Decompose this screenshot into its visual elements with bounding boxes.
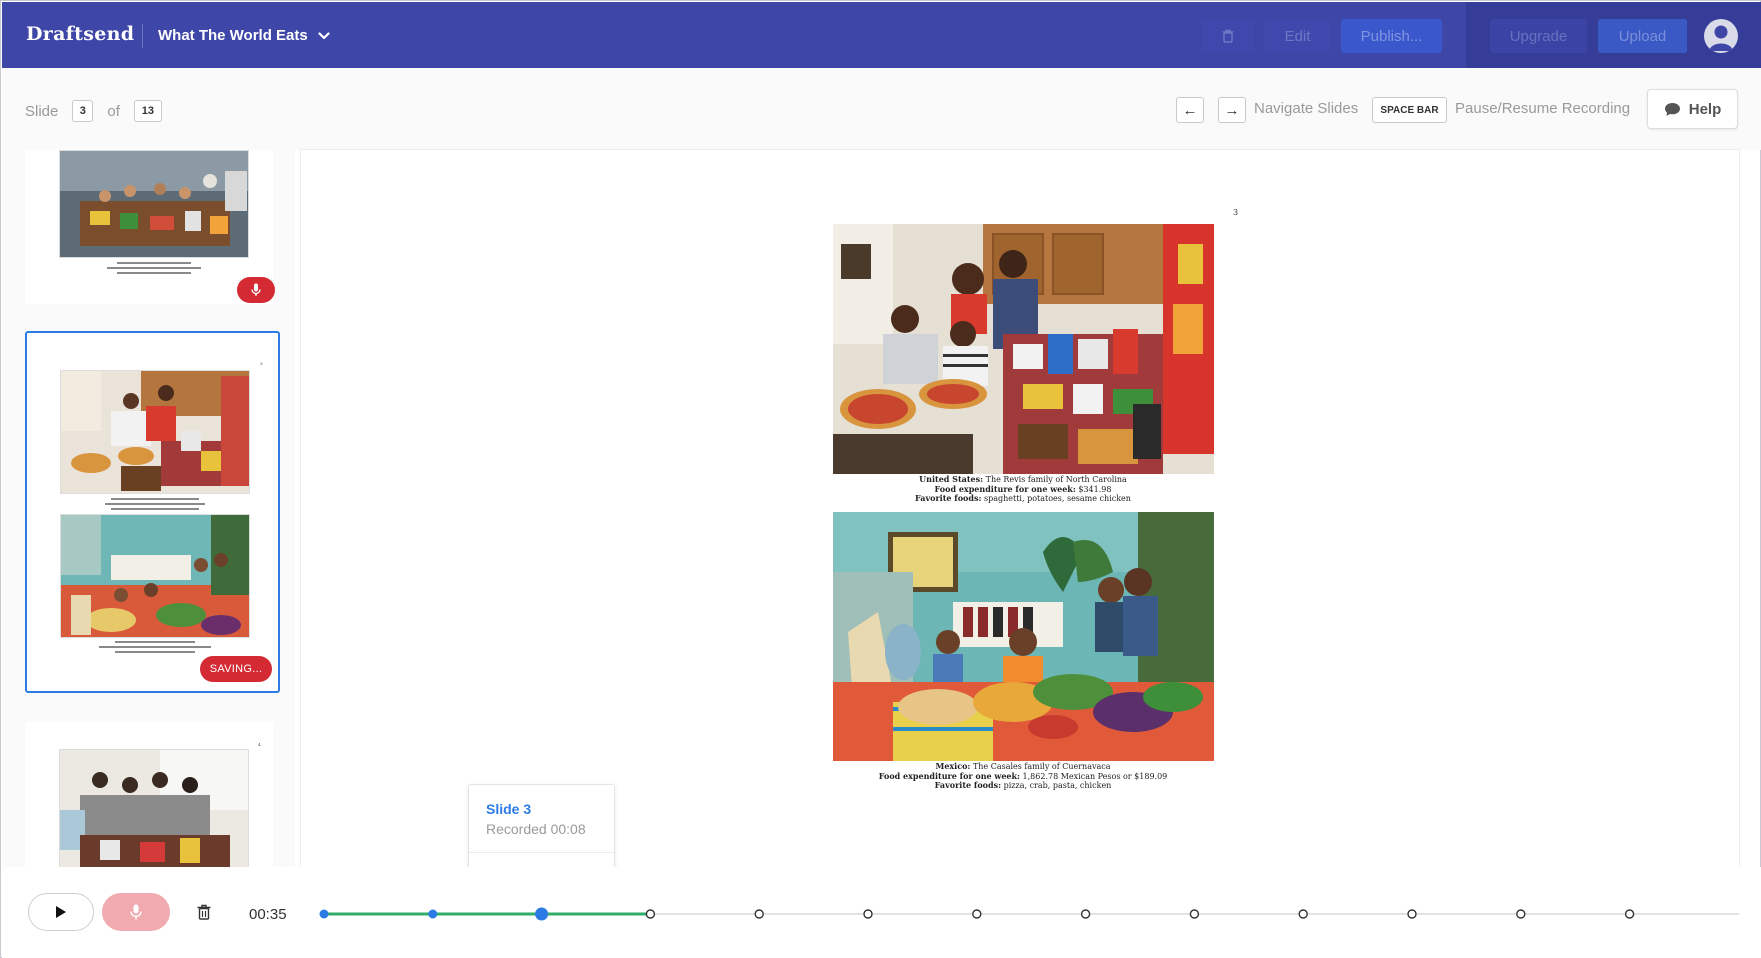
timeline-marker-slide-2[interactable] bbox=[428, 909, 438, 919]
help-button[interactable]: Help bbox=[1647, 89, 1738, 129]
publish-button[interactable]: Publish... bbox=[1341, 19, 1442, 53]
slide-canvas: 3 United States: The Revis family of Nor… bbox=[301, 150, 1739, 867]
app-logo[interactable]: Draftsend bbox=[26, 23, 134, 45]
upgrade-button[interactable]: Upgrade bbox=[1490, 19, 1587, 53]
saving-status-badge: SAVING... bbox=[200, 656, 272, 682]
photo-caption-united-states: United States: The Revis family of North… bbox=[915, 474, 1131, 503]
chat-bubble-icon bbox=[1664, 102, 1680, 116]
popover-recorded-time: Recorded 00:08 bbox=[486, 821, 586, 837]
slide-photo-mexico bbox=[833, 512, 1214, 761]
trash-icon bbox=[1222, 29, 1234, 43]
project-title-dropdown[interactable]: What The World Eats bbox=[158, 27, 330, 44]
upload-button[interactable]: Upload bbox=[1598, 19, 1687, 53]
app-window: Draftsend What The World Eats Edit Publi… bbox=[0, 0, 1761, 958]
space-bar-key: SPACE BAR bbox=[1372, 97, 1447, 123]
play-icon bbox=[56, 906, 66, 918]
timeline-marker-slide-1[interactable] bbox=[319, 909, 329, 919]
next-slide-key[interactable]: → bbox=[1218, 97, 1246, 123]
play-button[interactable] bbox=[28, 893, 94, 931]
timeline-marker-slide-8[interactable] bbox=[1080, 909, 1091, 919]
timeline-marker-slide-12[interactable] bbox=[1516, 909, 1526, 919]
slide-thumbnail-4[interactable]: 4 bbox=[25, 722, 273, 870]
slide-photo-united-states bbox=[833, 224, 1214, 474]
microphone-icon bbox=[130, 904, 142, 920]
user-icon bbox=[1709, 25, 1733, 51]
thumbnail-photo bbox=[60, 514, 250, 638]
total-slides-number: 13 bbox=[133, 100, 162, 122]
slide-page-number: 3 bbox=[1233, 208, 1239, 217]
elapsed-time: 00:35 bbox=[249, 906, 287, 923]
thumbnail-photo bbox=[60, 370, 250, 494]
trash-icon bbox=[197, 904, 211, 920]
timeline-marker-slide-10[interactable] bbox=[1298, 909, 1308, 919]
slide-timeline[interactable] bbox=[301, 896, 1741, 932]
timeline-marker-slide-3[interactable] bbox=[535, 907, 549, 921]
thumbnail-photo bbox=[59, 150, 249, 258]
pause-resume-hint: Pause/Resume Recording bbox=[1455, 100, 1631, 117]
project-title: What The World Eats bbox=[158, 27, 308, 44]
delete-button[interactable] bbox=[1202, 19, 1254, 53]
chevron-down-icon bbox=[318, 31, 330, 39]
timeline-marker-slide-11[interactable] bbox=[1407, 909, 1417, 919]
record-microphone-button[interactable] bbox=[102, 893, 170, 931]
timeline-marker-slide-7[interactable] bbox=[972, 909, 982, 919]
avatar[interactable] bbox=[1704, 19, 1738, 53]
help-label: Help bbox=[1688, 100, 1722, 118]
timeline-marker-slide-4[interactable] bbox=[645, 909, 656, 919]
current-slide-number[interactable]: 3 bbox=[72, 100, 94, 122]
photo-caption-mexico: Mexico: The Casales family of Cuernavaca… bbox=[878, 761, 1168, 790]
timeline-marker-slide-9[interactable] bbox=[1189, 909, 1200, 919]
timeline-marker-slide-13[interactable] bbox=[1624, 909, 1635, 919]
popover-title: Slide 3 bbox=[486, 801, 532, 817]
delete-recording-button[interactable] bbox=[193, 901, 215, 923]
microphone-icon bbox=[251, 283, 261, 296]
slide-thumbnail-2[interactable] bbox=[25, 150, 275, 304]
record-button[interactable] bbox=[237, 277, 275, 303]
timeline-marker-slide-5[interactable] bbox=[754, 909, 764, 919]
timeline-marker-slide-6[interactable] bbox=[863, 909, 873, 919]
thumbnail-photo bbox=[59, 749, 249, 870]
slide-indicator: Slide 3 of 13 bbox=[25, 100, 162, 122]
slide-thumbnails-panel[interactable]: 3 SAVING... 4 bbox=[2, 150, 295, 870]
prev-slide-key[interactable]: ← bbox=[1176, 97, 1204, 123]
top-bar: Draftsend What The World Eats Edit Publi… bbox=[2, 2, 1761, 68]
navigate-slides-hint: Navigate Slides bbox=[1254, 100, 1359, 117]
edit-button[interactable]: Edit bbox=[1265, 19, 1330, 53]
slide-thumbnail-3[interactable]: 3 bbox=[25, 331, 280, 693]
